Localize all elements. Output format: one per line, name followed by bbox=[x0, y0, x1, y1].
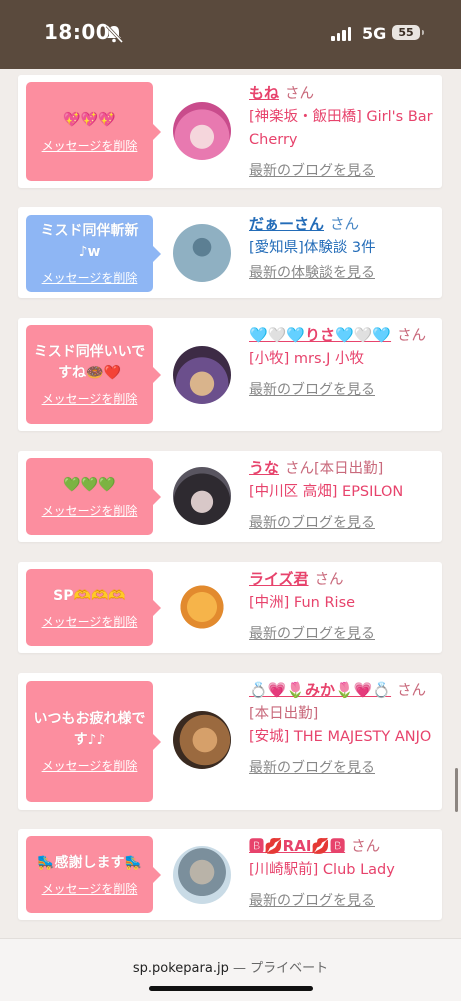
latest-blog-link[interactable]: 最新のブログを見る bbox=[249, 512, 435, 535]
shop-link[interactable]: [小牧] mrs.J 小牧 bbox=[249, 348, 435, 371]
honorific: さん bbox=[351, 839, 381, 855]
latest-review-link[interactable]: 最新の体験談を見る bbox=[249, 262, 435, 285]
shop-link[interactable]: [中川区 高畑] EPSILON bbox=[249, 481, 435, 504]
message-card: ミスド同伴いいですね🍩❤️ メッセージを削除 🩵🤍🩵りさ🩵🤍🩵 さん [小牧] m… bbox=[18, 318, 442, 431]
delete-message-link[interactable]: メッセージを削除 bbox=[42, 390, 138, 407]
honorific: さん bbox=[285, 86, 315, 102]
avatar[interactable] bbox=[173, 711, 231, 769]
honorific: さん bbox=[314, 572, 344, 588]
signal-icon bbox=[331, 27, 351, 41]
message-bubble: 💚💚💚 メッセージを削除 bbox=[26, 458, 161, 535]
user-name-link[interactable]: だぁーさん bbox=[249, 215, 324, 233]
delete-message-link[interactable]: メッセージを削除 bbox=[42, 502, 138, 519]
url-text[interactable]: sp.pokepara.jp — プライベート bbox=[0, 957, 461, 976]
message-text: いつもお疲れ様です♪♪ bbox=[33, 711, 146, 748]
honorific: さん bbox=[330, 217, 360, 233]
scrollbar[interactable] bbox=[455, 768, 458, 812]
message-bubble: いつもお疲れ様です♪♪ メッセージを削除 bbox=[26, 681, 161, 802]
message-text: SP🫶🫶🫶 bbox=[53, 587, 126, 604]
url-domain: sp.pokepara.jp bbox=[132, 961, 229, 976]
working-today-badge: [本日出勤] bbox=[314, 461, 384, 477]
message-card: 💖💖💖 メッセージを削除 もね さん [神楽坂・飯田橋] Girl's Bar C… bbox=[18, 75, 442, 188]
shop-link[interactable]: [川崎駅前] Club Lady bbox=[249, 859, 435, 882]
message-bubble: 🛼感謝します🛼 メッセージを削除 bbox=[26, 836, 161, 913]
browser-url-bar[interactable]: sp.pokepara.jp — プライベート bbox=[0, 938, 461, 1001]
network-label: 5G bbox=[362, 24, 387, 43]
mascot-avatar[interactable] bbox=[173, 578, 231, 636]
message-card: ミスド同伴斬新♪w メッセージを削除 だぁーさん さん [愛知県]体験談 3件 最… bbox=[18, 207, 442, 298]
status-bar: 18:00 5G 55 bbox=[0, 0, 461, 69]
message-bubble: ミスド同伴いいですね🍩❤️ メッセージを削除 bbox=[26, 325, 161, 424]
private-mode-label: プライベート bbox=[250, 961, 329, 976]
delete-message-link[interactable]: メッセージを削除 bbox=[42, 613, 138, 630]
message-bubble: SP🫶🫶🫶 メッセージを削除 bbox=[26, 569, 161, 646]
message-text: ミスド同伴斬新♪w bbox=[40, 223, 139, 260]
user-name-link[interactable]: ライズ君 bbox=[249, 570, 309, 588]
url-separator: — bbox=[232, 961, 246, 976]
avatar[interactable] bbox=[173, 846, 231, 904]
message-text: 💖💖💖 bbox=[63, 111, 116, 128]
working-today-badge: [本日出勤] bbox=[249, 706, 319, 722]
delete-message-link[interactable]: メッセージを削除 bbox=[42, 269, 138, 286]
no-photo-avatar[interactable] bbox=[173, 224, 231, 282]
shop-link[interactable]: [神楽坂・飯田橋] Girl's Bar Cherry bbox=[249, 106, 435, 152]
message-card: SP🫶🫶🫶 メッセージを削除 ライズ君 さん [中洲] Fun Rise 最新のブ… bbox=[18, 562, 442, 653]
message-text: 💚💚💚 bbox=[63, 476, 116, 493]
latest-blog-link[interactable]: 最新のブログを見る bbox=[249, 757, 435, 780]
message-bubble: 💖💖💖 メッセージを削除 bbox=[26, 82, 161, 181]
latest-blog-link[interactable]: 最新のブログを見る bbox=[249, 160, 435, 183]
user-name-link[interactable]: 💍💗🌷みか🌷💗💍 bbox=[249, 681, 391, 699]
latest-blog-link[interactable]: 最新のブログを見る bbox=[249, 623, 435, 646]
delete-message-link[interactable]: メッセージを削除 bbox=[42, 757, 138, 774]
avatar[interactable] bbox=[173, 102, 231, 160]
avatar[interactable] bbox=[173, 346, 231, 404]
message-bubble: ミスド同伴斬新♪w メッセージを削除 bbox=[26, 215, 161, 292]
shop-link[interactable]: [中洲] Fun Rise bbox=[249, 592, 435, 615]
delete-message-link[interactable]: メッセージを削除 bbox=[42, 137, 138, 154]
user-name-link[interactable]: 🩵🤍🩵りさ🩵🤍🩵 bbox=[249, 326, 391, 344]
message-text: ミスド同伴いいですね🍩❤️ bbox=[33, 344, 146, 381]
home-indicator[interactable] bbox=[149, 986, 313, 991]
silent-bell-icon bbox=[105, 24, 124, 44]
latest-blog-link[interactable]: 最新のブログを見る bbox=[249, 379, 435, 402]
message-card: いつもお疲れ様です♪♪ メッセージを削除 💍💗🌷みか🌷💗💍 さん [本日出勤] [安… bbox=[18, 673, 442, 810]
delete-message-link[interactable]: メッセージを削除 bbox=[42, 880, 138, 897]
honorific: さん bbox=[397, 683, 427, 699]
user-name-link[interactable]: 🅱💋RAI💋🅱 bbox=[249, 837, 345, 855]
honorific: さん bbox=[285, 461, 315, 477]
message-text: 🛼感謝します🛼 bbox=[37, 854, 142, 871]
status-time: 18:00 bbox=[44, 20, 111, 44]
avatar[interactable] bbox=[173, 467, 231, 525]
user-name-link[interactable]: うな bbox=[249, 459, 279, 477]
honorific: さん bbox=[397, 328, 427, 344]
user-name-link[interactable]: もね bbox=[249, 84, 279, 102]
battery-icon: 55 bbox=[392, 25, 424, 40]
message-card: 💚💚💚 メッセージを削除 うな さん[本日出勤] [中川区 高畑] EPSILON… bbox=[18, 451, 442, 542]
shop-link[interactable]: [愛知県]体験談 3件 bbox=[249, 237, 435, 260]
message-card: 🛼感謝します🛼 メッセージを削除 🅱💋RAI💋🅱 さん [川崎駅前] Club L… bbox=[18, 829, 442, 920]
shop-link[interactable]: [安城] THE MAJESTY ANJO bbox=[249, 726, 435, 749]
latest-blog-link[interactable]: 最新のブログを見る bbox=[249, 890, 435, 913]
